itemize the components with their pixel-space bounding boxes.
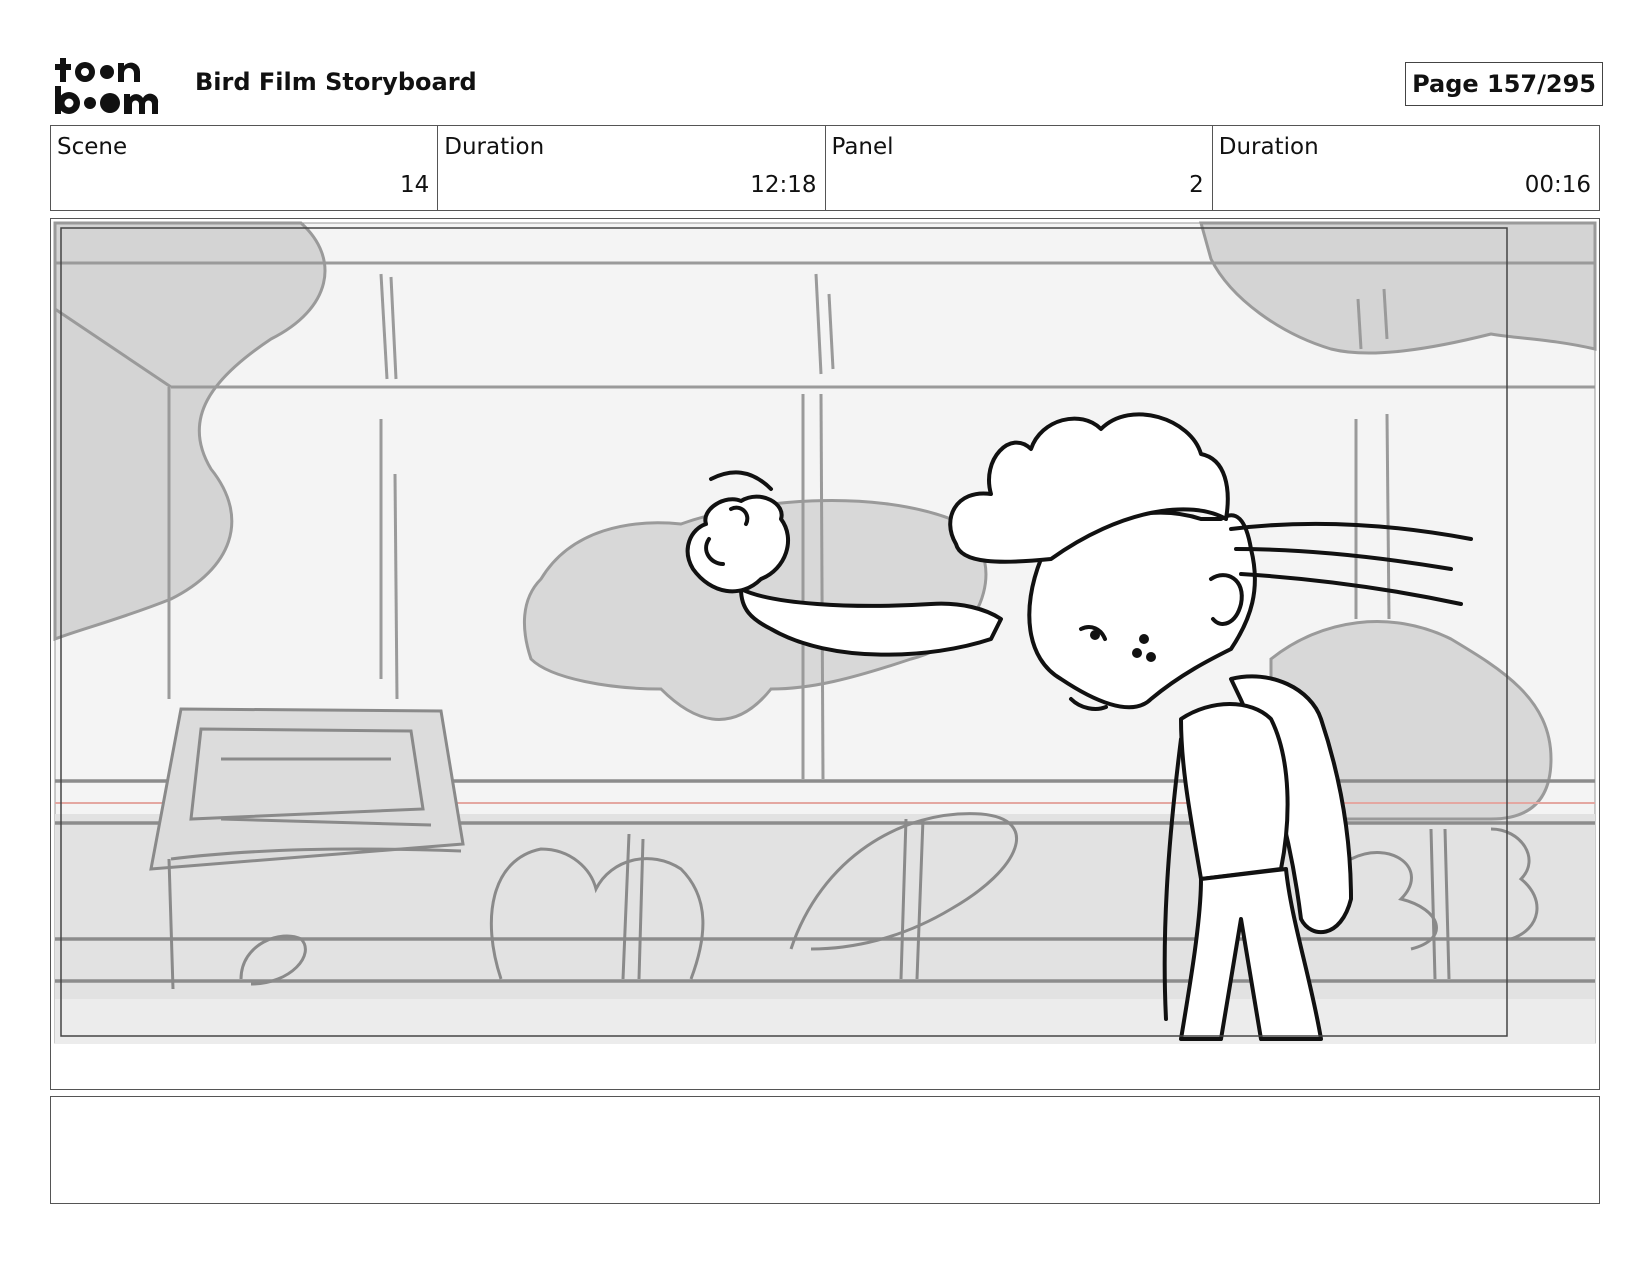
panel-label: Panel	[831, 134, 894, 160]
storyboard-panel	[50, 218, 1600, 1090]
scene-duration-cell: Duration 12:18	[438, 126, 826, 210]
panel-sketch-image	[53, 221, 1597, 1044]
panel-value: 2	[1189, 172, 1204, 198]
scene-duration-label: Duration	[444, 134, 545, 160]
document-title: Bird Film Storyboard	[195, 68, 477, 96]
scene-info-table: Scene 14 Duration 12:18 Panel 2 Duration…	[50, 125, 1600, 211]
scene-duration-value: 12:18	[750, 172, 817, 198]
panel-duration-cell: Duration 00:16	[1213, 126, 1599, 210]
panel-notes-box	[50, 1096, 1600, 1204]
panel-duration-label: Duration	[1218, 134, 1319, 160]
panel-duration-value: 00:16	[1524, 172, 1591, 198]
scene-value: 14	[399, 172, 430, 198]
scene-cell: Scene 14	[51, 126, 439, 210]
scene-label: Scene	[57, 134, 128, 160]
page-counter: Page 157/295	[1405, 62, 1603, 106]
toon-boom-logo	[55, 58, 159, 114]
panel-cell: Panel 2	[826, 126, 1213, 210]
